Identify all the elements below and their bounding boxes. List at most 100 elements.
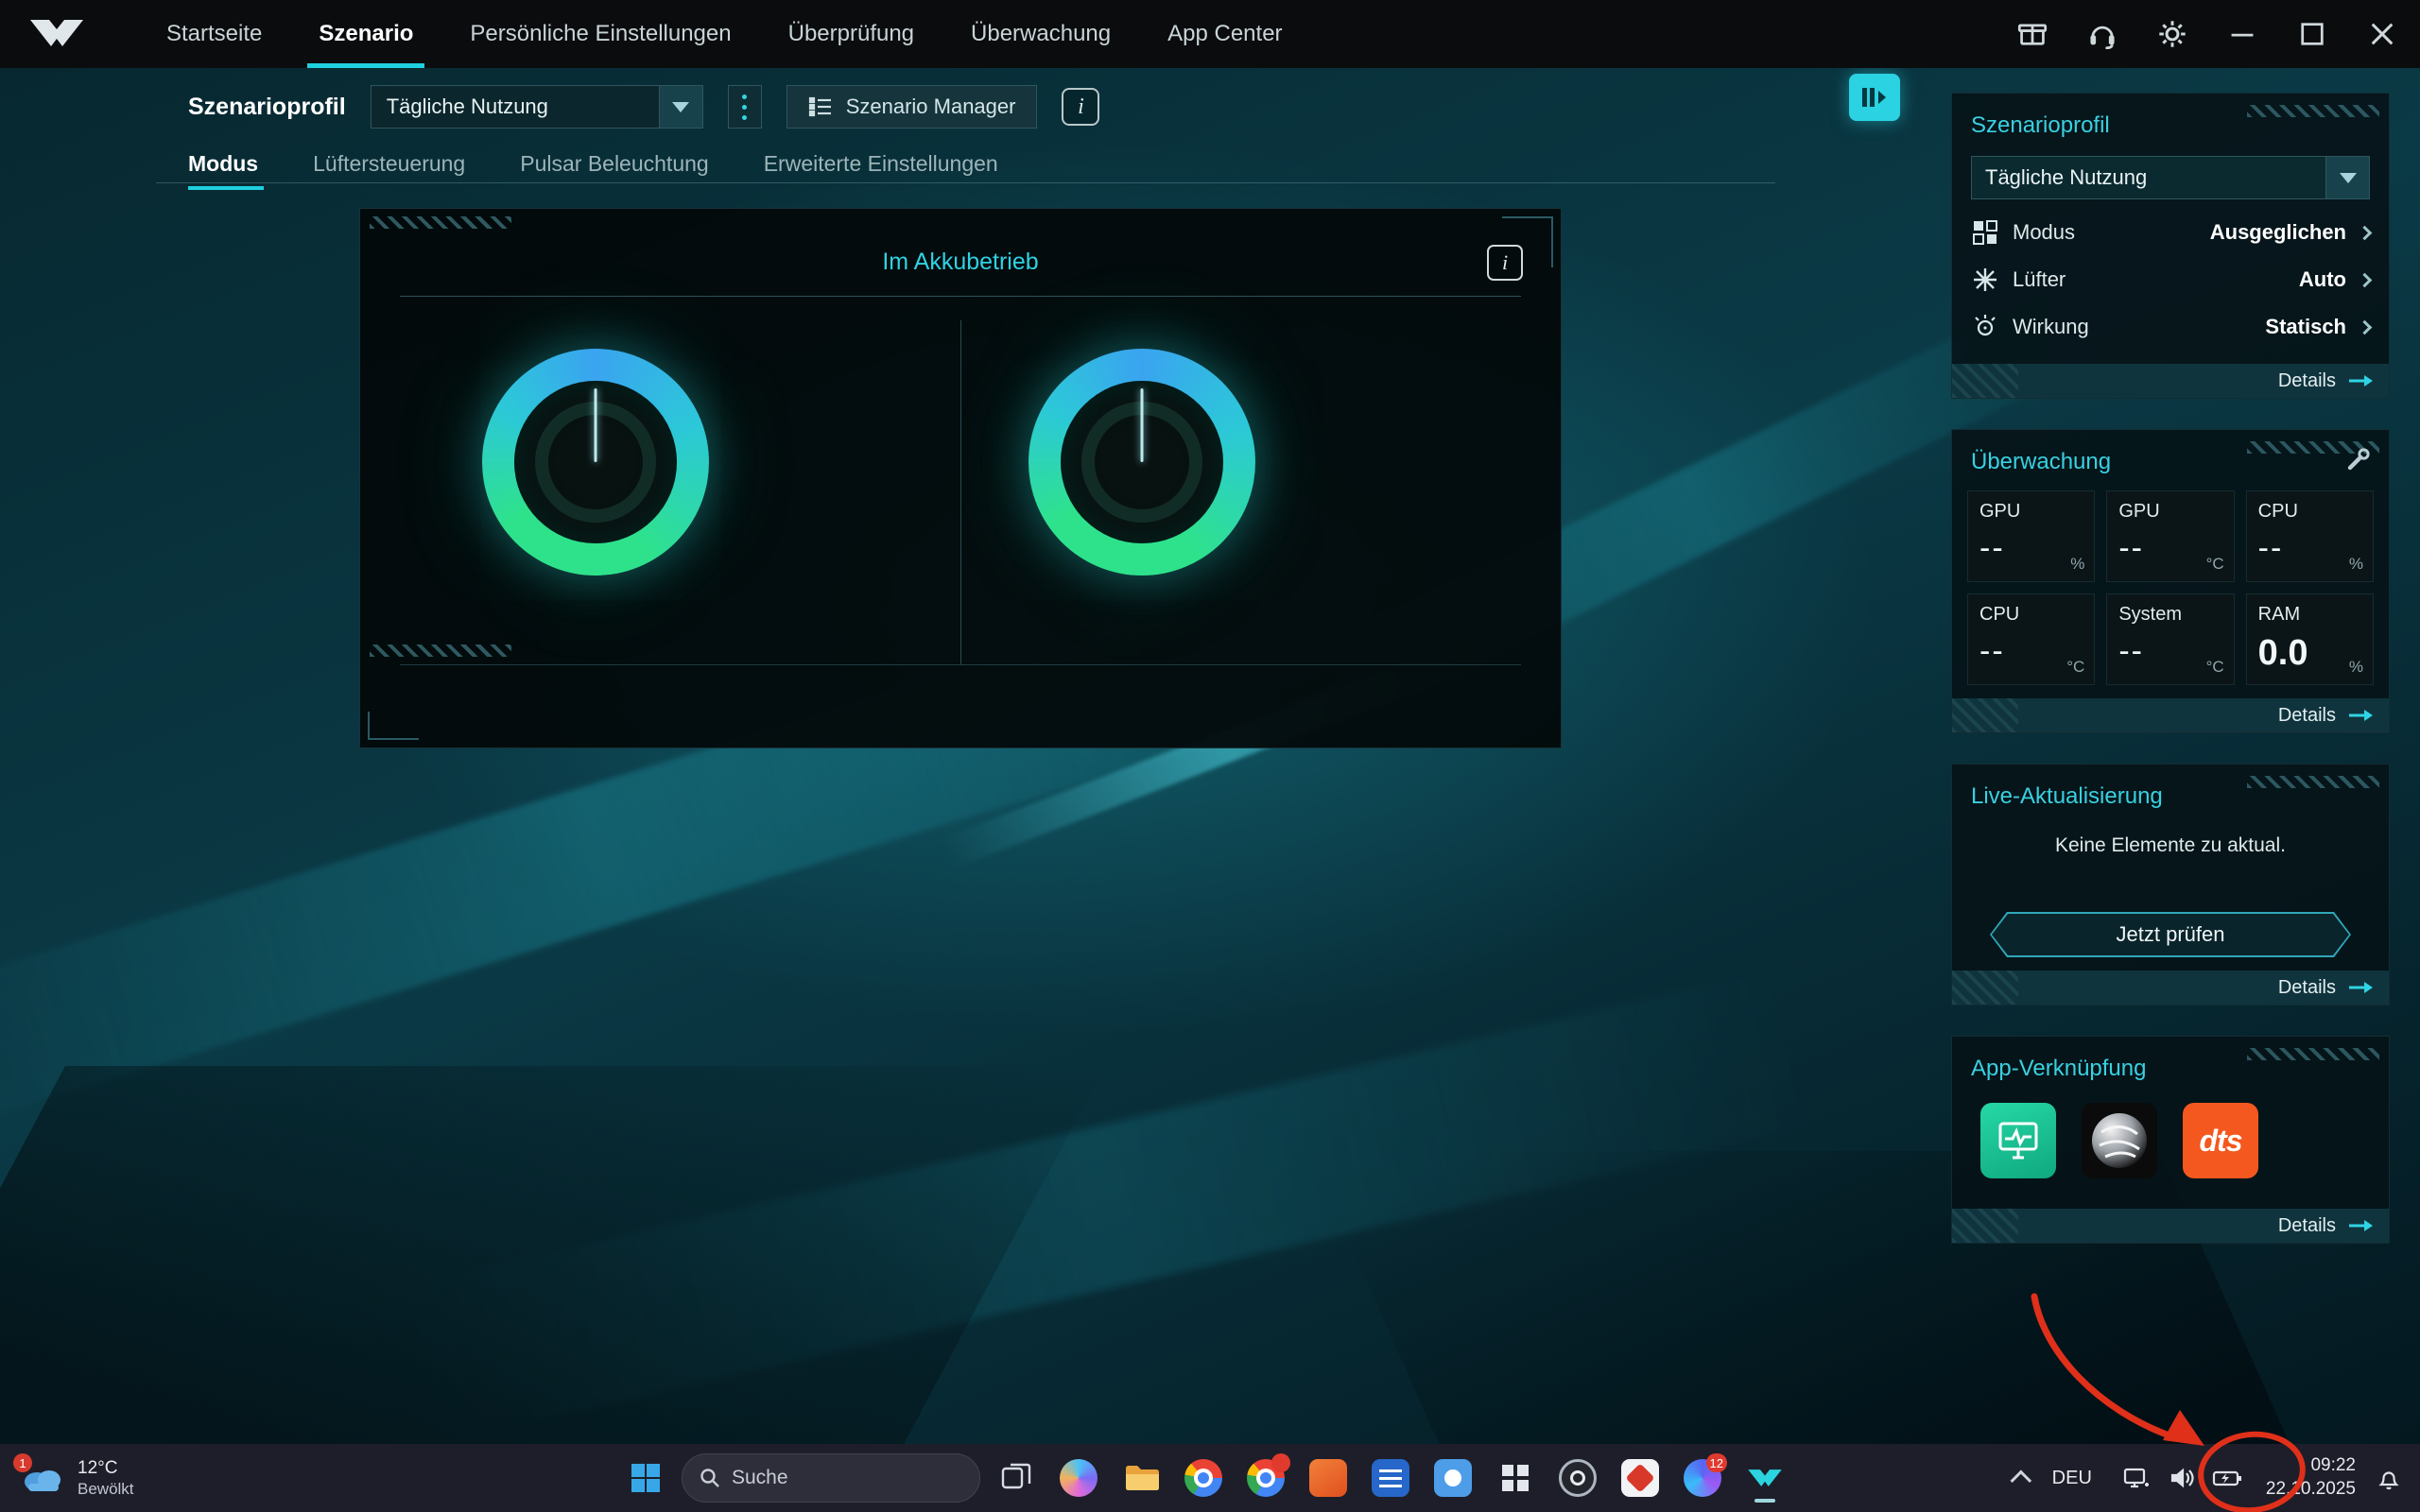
- info-icon[interactable]: i: [1487, 245, 1523, 281]
- minimize-icon[interactable]: [2227, 19, 2257, 49]
- scenario-section-title: Szenarioprofil: [1952, 94, 2389, 152]
- start-button[interactable]: [619, 1452, 672, 1504]
- package-icon[interactable]: [2017, 19, 2048, 49]
- dts-app-icon[interactable]: dts: [2183, 1103, 2258, 1178]
- grid-apps-icon[interactable]: [1489, 1452, 1542, 1504]
- blue-circle-app-icon[interactable]: [1426, 1452, 1479, 1504]
- maximize-icon[interactable]: [2297, 19, 2327, 49]
- battery-icon[interactable]: [2211, 1462, 2243, 1494]
- app-titlebar: Startseite Szenario Persönliche Einstell…: [0, 0, 2420, 68]
- dropdown-arrow-box[interactable]: [659, 86, 702, 128]
- app-shortcut-section-title: App-Verknüpfung: [1952, 1037, 2389, 1095]
- modus-row[interactable]: Modus Ausgeglichen: [1952, 209, 2389, 256]
- tab-luftersteuerung[interactable]: Lüftersteuerung: [313, 151, 492, 190]
- nav-persoenliche-einstellungen[interactable]: Persönliche Einstellungen: [441, 0, 759, 68]
- tab-pulsar-beleuchtung[interactable]: Pulsar Beleuchtung: [520, 151, 735, 190]
- cpu-temp-tile: CPU -- °C: [1967, 593, 2095, 685]
- scenario-details-button[interactable]: Details: [1952, 364, 2389, 398]
- gpu-gauge: [1028, 349, 1255, 576]
- nav-ueberpruefung[interactable]: Überprüfung: [760, 0, 942, 68]
- live-update-details-button[interactable]: Details: [1952, 971, 2389, 1005]
- nav-startseite[interactable]: Startseite: [138, 0, 290, 68]
- tab-erweiterte-einstellungen[interactable]: Erweiterte Einstellungen: [764, 151, 1025, 190]
- notification-badge-count: 12: [1706, 1453, 1727, 1472]
- info-icon[interactable]: i: [1062, 88, 1099, 126]
- gauge-needle: [1141, 388, 1144, 462]
- grid-mode-icon: [1971, 218, 1999, 247]
- app-shortcuts: dts: [1952, 1095, 2389, 1195]
- tray-chevron-up-icon[interactable]: [2010, 1470, 2031, 1492]
- more-options-button[interactable]: [728, 85, 762, 129]
- notification-bell-icon[interactable]: [2373, 1462, 2405, 1494]
- battery-mode-panel: Im Akkubetrieb i: [359, 208, 1562, 748]
- predator-sense-app-icon[interactable]: [1980, 1103, 2056, 1178]
- live-update-section: Live-Aktualisierung Keine Elemente zu ak…: [1951, 764, 2390, 1005]
- network-icon[interactable]: [2120, 1462, 2152, 1494]
- sidebar-profile-dropdown[interactable]: Tägliche Nutzung: [1971, 156, 2370, 199]
- copilot-icon[interactable]: [1052, 1452, 1105, 1504]
- list-icon: [808, 94, 833, 119]
- wirkung-row[interactable]: Wirkung Statisch: [1952, 303, 2389, 351]
- scenario-manager-label: Szenario Manager: [846, 94, 1016, 119]
- live-update-empty-text: Keine Elemente zu aktual.: [1952, 823, 2389, 857]
- tile-label: System: [2118, 604, 2221, 626]
- chrome-dev-icon[interactable]: [1239, 1452, 1292, 1504]
- monitoring-details-button[interactable]: Details: [1952, 698, 2389, 732]
- scenario-profile-dropdown[interactable]: Tägliche Nutzung: [371, 85, 703, 129]
- luefter-row[interactable]: Lüfter Auto: [1952, 256, 2389, 303]
- weather-condition: Bewölkt: [78, 1479, 134, 1499]
- task-view-icon[interactable]: [990, 1452, 1043, 1504]
- luefter-value: Auto: [2299, 267, 2346, 292]
- sidebar-toggle-button[interactable]: [1849, 74, 1900, 121]
- nav-app-center[interactable]: App Center: [1139, 0, 1310, 68]
- chat-app-icon[interactable]: 12: [1676, 1452, 1729, 1504]
- nav-ueberwachung[interactable]: Überwachung: [942, 0, 1139, 68]
- scenario-manager-button[interactable]: Szenario Manager: [786, 85, 1038, 129]
- app-shortcut-details-button[interactable]: Details: [1952, 1209, 2389, 1243]
- dark-circle-app-icon[interactable]: [1551, 1452, 1604, 1504]
- chevron-down-icon: [672, 102, 689, 112]
- wallpaper-streak: [397, 969, 1815, 1444]
- tile-value: 0.0: [2258, 633, 2361, 674]
- dropdown-arrow-box[interactable]: [2325, 157, 2369, 198]
- headset-icon[interactable]: [2087, 19, 2118, 49]
- details-label: Details: [2278, 977, 2336, 999]
- corner-bracket: [368, 712, 419, 740]
- notification-badge: [1271, 1453, 1290, 1472]
- details-arrow-icon: [2347, 1218, 2374, 1233]
- chevron-right-icon: [2358, 225, 2373, 240]
- chrome-icon[interactable]: [1177, 1452, 1230, 1504]
- running-indicator: [1754, 1499, 1775, 1503]
- taskbar-center: Suche: [619, 1444, 1791, 1512]
- file-explorer-icon[interactable]: [1115, 1452, 1167, 1504]
- gauge-needle: [595, 388, 597, 462]
- predator-sense-taskbar-icon[interactable]: [1738, 1452, 1791, 1504]
- weather-temp: 12°C: [78, 1457, 134, 1480]
- cpu-gauge: [482, 349, 709, 576]
- nav-szenario[interactable]: Szenario: [290, 0, 441, 68]
- details-label: Details: [2278, 370, 2336, 392]
- tile-unit: °C: [2066, 658, 2084, 677]
- spiral-app-icon[interactable]: [2082, 1103, 2157, 1178]
- tray-date: 22.10.2025: [2266, 1478, 2356, 1502]
- wirkung-label: Wirkung: [2013, 315, 2089, 339]
- settings-gear-icon[interactable]: [2157, 19, 2187, 49]
- details-label: Details: [2278, 705, 2336, 727]
- cloud-icon: 1: [21, 1461, 64, 1495]
- search-input[interactable]: Suche: [682, 1453, 980, 1503]
- clock[interactable]: 09:22 22.10.2025: [2266, 1454, 2356, 1501]
- hatch-decoration: [370, 216, 511, 229]
- tab-modus[interactable]: Modus: [188, 151, 285, 190]
- check-now-button[interactable]: Jetzt prüfen: [1990, 912, 2351, 957]
- volume-icon[interactable]: [2166, 1462, 2198, 1494]
- wrench-icon[interactable]: [2345, 447, 2372, 473]
- blue-document-app-icon[interactable]: [1364, 1452, 1417, 1504]
- monitoring-section: Überwachung GPU -- % GPU -- °C CPU --: [1951, 429, 2390, 733]
- language-indicator[interactable]: DEU: [2052, 1468, 2092, 1489]
- tile-value: --: [1979, 530, 2083, 567]
- close-icon[interactable]: [2367, 19, 2397, 49]
- orange-app-icon[interactable]: [1302, 1452, 1355, 1504]
- weather-widget[interactable]: 1 12°C Bewölkt: [21, 1444, 134, 1512]
- red-white-app-icon[interactable]: [1614, 1452, 1667, 1504]
- scenario-profile-dropdown-value: Tägliche Nutzung: [372, 94, 548, 119]
